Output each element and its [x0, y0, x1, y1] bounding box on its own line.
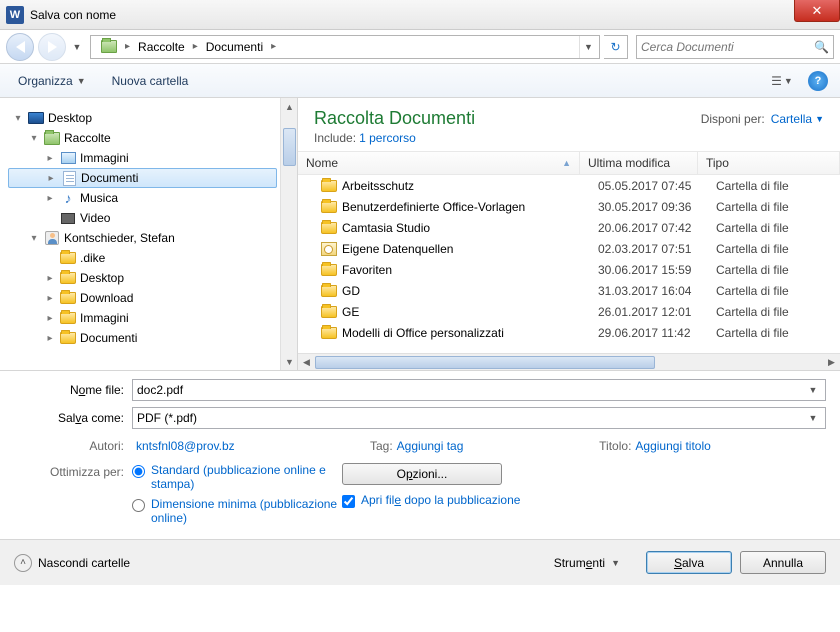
window-title: Salva con nome [30, 8, 116, 22]
hscroll-thumb[interactable] [315, 356, 655, 369]
file-list[interactable]: Arbeitsschutz05.05.2017 07:45Cartella di… [298, 175, 840, 353]
titlebar: W Salva con nome ✕ [0, 0, 840, 30]
saveas-value[interactable] [137, 411, 805, 425]
file-row[interactable]: GD31.03.2017 16:04Cartella di file [298, 280, 840, 301]
tree-item-desktop[interactable]: ▾Desktop [8, 108, 297, 128]
column-headers: Nome▲ Ultima modifica Tipo [298, 151, 840, 175]
saveas-label: Salva come: [14, 411, 132, 425]
view-mode-button[interactable]: ☰▼ [764, 70, 800, 92]
word-app-icon: W [6, 6, 24, 24]
tree-item--dike[interactable]: .dike [8, 248, 297, 268]
dialog-footer: ˄Nascondi cartelle Strumenti▼ Salva Annu… [0, 539, 840, 585]
cancel-button[interactable]: Annulla [740, 551, 826, 574]
column-date[interactable]: Ultima modifica [580, 152, 698, 174]
nav-back-button[interactable] [6, 33, 34, 61]
chevron-up-icon: ˄ [14, 554, 32, 572]
tree-item-video[interactable]: Video [8, 208, 297, 228]
view-list-icon: ☰ [771, 74, 782, 88]
tree-scroll-thumb[interactable] [283, 128, 296, 166]
navigation-bar: ▼ ▸ Raccolte ▸ Documenti ▸ ▼ ↻ 🔍 [0, 30, 840, 64]
file-row[interactable]: Eigene Datenquellen02.03.2017 07:51Carte… [298, 238, 840, 259]
file-list-hscrollbar[interactable]: ◀▶ [298, 353, 840, 370]
organize-button[interactable]: Organizza▼ [12, 70, 92, 92]
authors-value[interactable]: kntsfnl08@prov.bz [136, 439, 235, 453]
save-button[interactable]: Salva [646, 551, 732, 574]
file-row[interactable]: Modelli di Office personalizzati29.06.20… [298, 322, 840, 343]
file-row[interactable]: Arbeitsschutz05.05.2017 07:45Cartella di… [298, 175, 840, 196]
radio-minimum[interactable]: Dimensione minima (pubblicazione online) [132, 497, 342, 525]
column-type[interactable]: Tipo [698, 152, 840, 174]
tree-item-desktop[interactable]: ▸Desktop [8, 268, 297, 288]
crumb-root[interactable] [95, 36, 123, 58]
authors-label: Autori: [14, 439, 132, 453]
search-box[interactable]: 🔍 [636, 35, 834, 59]
filename-input[interactable] [137, 383, 805, 397]
save-form: Nome file: ▼ Salva come: ▼ Autori: kntsfn… [0, 370, 840, 539]
filename-label: Nome file: [14, 383, 132, 397]
library-title: Raccolta Documenti [314, 108, 701, 129]
tree-item-documenti[interactable]: ▸Documenti [8, 168, 277, 188]
optimize-label: Ottimizza per: [14, 463, 132, 479]
folder-tree[interactable]: ▾Desktop▾Raccolte▸Immagini▸Documenti▸♪Mu… [0, 98, 298, 370]
tree-item-immagini[interactable]: ▸Immagini [8, 308, 297, 328]
search-input[interactable] [641, 40, 814, 54]
tree-item-immagini[interactable]: ▸Immagini [8, 148, 297, 168]
tag-label: Tag: [363, 439, 393, 453]
filename-dropdown[interactable]: ▼ [805, 385, 821, 395]
options-button[interactable]: Opzioni... [342, 463, 502, 485]
saveas-dropdown[interactable]: ▼ [805, 413, 821, 423]
arrow-back-icon [16, 41, 25, 53]
help-button[interactable]: ? [808, 71, 828, 91]
sort-indicator-icon: ▲ [562, 158, 571, 168]
search-icon[interactable]: 🔍 [814, 40, 829, 54]
tools-dropdown[interactable]: Strumenti▼ [554, 556, 620, 570]
tag-value[interactable]: Aggiungi tag [397, 439, 464, 453]
toolbar: Organizza▼ Nuova cartella ☰▼ ? [0, 64, 840, 98]
library-icon [101, 40, 117, 53]
nav-history-dropdown[interactable]: ▼ [70, 33, 84, 61]
file-row[interactable]: GE26.01.2017 12:01Cartella di file [298, 301, 840, 322]
file-row[interactable]: Camtasia Studio20.06.2017 07:42Cartella … [298, 217, 840, 238]
library-header: Raccolta Documenti Include: 1 percorso D… [298, 98, 840, 151]
nav-forward-button[interactable] [38, 33, 66, 61]
title-label: Titolo: [591, 439, 631, 453]
filename-combobox[interactable]: ▼ [132, 379, 826, 401]
refresh-button[interactable]: ↻ [604, 35, 628, 59]
open-after-checkbox[interactable]: Apri file dopo la pubblicazione [342, 493, 520, 508]
saveas-combobox[interactable]: ▼ [132, 407, 826, 429]
tree-item-musica[interactable]: ▸♪Musica [8, 188, 297, 208]
include-locations-link[interactable]: 1 percorso [359, 131, 416, 145]
arrange-by-dropdown[interactable]: Cartella ▼ [771, 112, 824, 126]
address-bar[interactable]: ▸ Raccolte ▸ Documenti ▸ ▼ [90, 35, 600, 59]
radio-standard[interactable]: Standard (pubblicazione online e stampa) [132, 463, 342, 491]
file-row[interactable]: Favoriten30.06.2017 15:59Cartella di fil… [298, 259, 840, 280]
new-folder-button[interactable]: Nuova cartella [106, 70, 195, 92]
column-name[interactable]: Nome▲ [298, 152, 580, 174]
title-value[interactable]: Aggiungi titolo [635, 439, 710, 453]
tree-item-download[interactable]: ▸Download [8, 288, 297, 308]
file-row[interactable]: Benutzerdefinierte Office-Vorlagen30.05.… [298, 196, 840, 217]
tree-item-raccolte[interactable]: ▾Raccolte [8, 128, 297, 148]
tree-scrollbar[interactable]: ▲▼ [280, 98, 297, 370]
window-close-button[interactable]: ✕ [794, 0, 840, 22]
address-dropdown[interactable]: ▼ [579, 36, 597, 58]
hide-folders-button[interactable]: ˄Nascondi cartelle [14, 554, 130, 572]
crumb-documenti[interactable]: Documenti [200, 36, 269, 58]
tree-item-documenti[interactable]: ▸Documenti [8, 328, 297, 348]
arrow-forward-icon [48, 41, 57, 53]
crumb-raccolte[interactable]: Raccolte [132, 36, 191, 58]
tree-item-kontschieder-stefan[interactable]: ▾Kontschieder, Stefan [8, 228, 297, 248]
